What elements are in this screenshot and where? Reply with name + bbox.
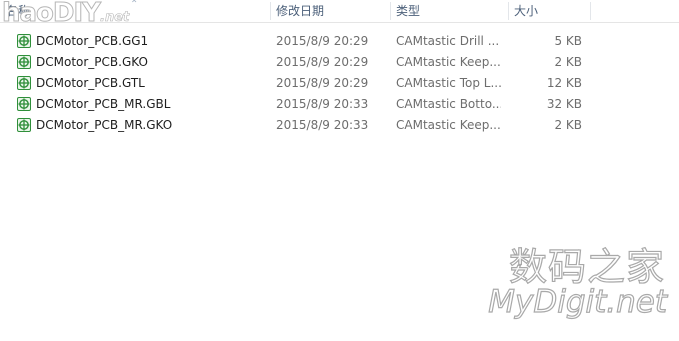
haodiy-watermark-suffix: .net [100, 10, 130, 26]
mydigit-watermark-en: MyDigit.net [488, 283, 668, 320]
sort-ascending-icon: ⌃ [130, 0, 139, 10]
file-date: 2015/8/9 20:33 [276, 97, 369, 111]
file-size: 12 KB [546, 76, 582, 90]
file-name: DCMotor_PCB.GKO [36, 55, 148, 69]
camtastic-file-icon [17, 97, 31, 111]
haodiy-watermark-text: haoDIY [2, 0, 102, 29]
file-date: 2015/8/9 20:33 [276, 118, 369, 132]
file-row[interactable]: DCMotor_PCB.GKO 2015/8/9 20:29 CAMtastic K… [0, 52, 679, 73]
file-size: 2 KB [554, 55, 582, 69]
file-size: 5 KB [554, 34, 582, 48]
file-name: DCMotor_PCB.GTL [36, 76, 145, 90]
file-size: 32 KB [546, 97, 582, 111]
column-header-size[interactable]: 大小 [508, 0, 590, 22]
camtastic-file-icon [17, 76, 31, 90]
file-size: 2 KB [554, 118, 582, 132]
column-size-label: 大小 [514, 4, 539, 18]
camtastic-file-icon [17, 118, 31, 132]
column-date-label: 修改日期 [276, 4, 325, 18]
file-explorer: 名称 ⌃ 修改日期 类型 大小 haoDIY.net DCMotor_PCB.G… [0, 0, 679, 341]
file-type: CAMtastic Botto... [396, 97, 501, 111]
file-type: CAMtastic Drill ... [396, 34, 500, 48]
file-date: 2015/8/9 20:29 [276, 76, 369, 90]
file-type: CAMtastic Keep... [396, 55, 501, 69]
file-row[interactable]: DCMotor_PCB_MR.GBL 2015/8/9 20:33 CAMtasti… [0, 94, 679, 115]
file-date: 2015/8/9 20:29 [276, 34, 369, 48]
file-type: CAMtastic Top L... [396, 76, 501, 90]
column-header-date[interactable]: 修改日期 [270, 0, 390, 22]
haodiy-watermark: haoDIY.net [2, 0, 130, 29]
camtastic-file-icon [17, 55, 31, 69]
column-header-type[interactable]: 类型 [390, 0, 508, 22]
file-name: DCMotor_PCB_MR.GKO [36, 118, 173, 132]
file-date: 2015/8/9 20:29 [276, 55, 369, 69]
mydigit-watermark-cn: 数码之家 [508, 244, 665, 289]
file-row[interactable]: DCMotor_PCB.GG1 2015/8/9 20:29 CAMtastic D… [0, 31, 679, 52]
column-type-label: 类型 [396, 4, 421, 18]
column-divider[interactable] [590, 2, 591, 20]
file-row[interactable]: DCMotor_PCB.GTL 2015/8/9 20:29 CAMtastic T… [0, 73, 679, 94]
file-row[interactable]: DCMotor_PCB_MR.GKO 2015/8/9 20:33 CAMtasti… [0, 115, 679, 136]
camtastic-file-icon [17, 34, 31, 48]
file-name: DCMotor_PCB_MR.GBL [36, 97, 171, 111]
file-type: CAMtastic Keep... [396, 118, 501, 132]
file-name: DCMotor_PCB.GG1 [36, 34, 149, 48]
file-list: DCMotor_PCB.GG1 2015/8/9 20:29 CAMtastic D… [0, 31, 679, 136]
